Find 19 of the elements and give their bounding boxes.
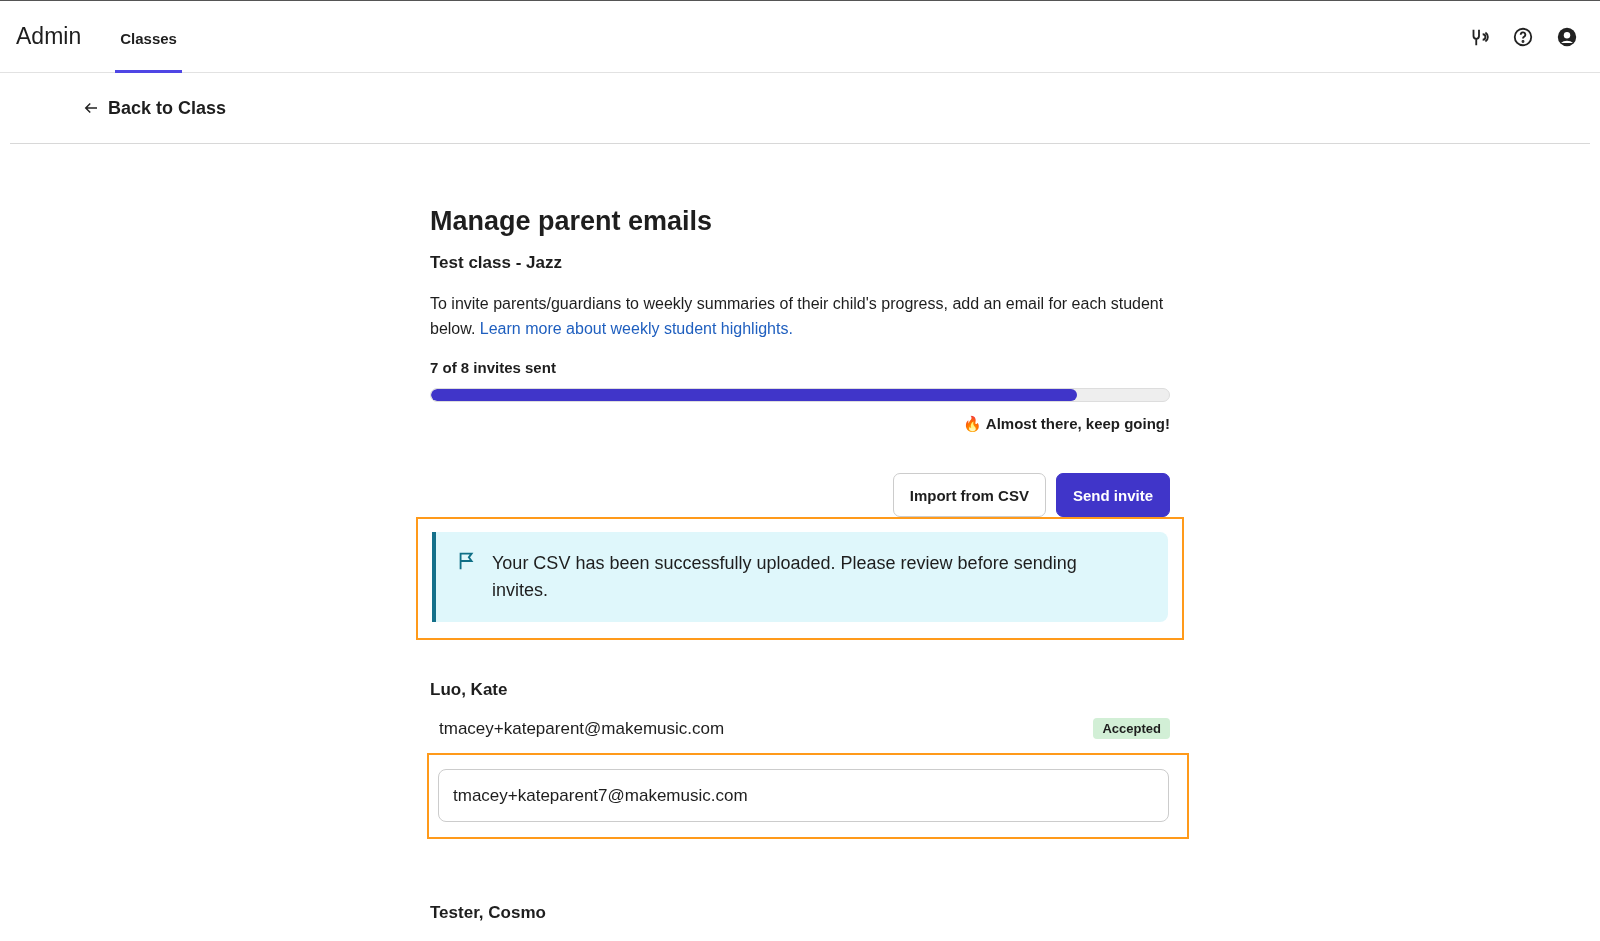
page-title: Manage parent emails (430, 206, 714, 237)
progress-label: 7 of 8 invites sent (430, 359, 557, 376)
intro-text: To invite parents/guardians to weekly summaries of their child's progress, add an email for each student below. Learn more about weekly student highlights. (430, 294, 1165, 339)
back-link[interactable]: Back to Class (82, 97, 227, 119)
app-title: Admin (16, 23, 82, 50)
alert-text: Your CSV has been successfully uploaded. Please review before sending invites. (492, 552, 1078, 602)
help-icon[interactable] (1512, 25, 1534, 48)
send-invite-button[interactable]: Send invite (1055, 473, 1170, 517)
status-badge: Accepted (1093, 718, 1170, 739)
student-name: Luo, Kate (430, 680, 509, 700)
learn-more-link[interactable]: Learn more about weekly student highlights. (479, 320, 793, 337)
email-address: tmacey+kateparent@makemusic.com (439, 718, 725, 739)
student-name: Tester, Cosmo (430, 903, 547, 923)
email-input[interactable]: tmacey+kateparent7@makemusic.com (438, 769, 1169, 822)
class-name: Test class - Jazz (430, 253, 563, 273)
progress-message: 🔥 Almost there, keep going! (962, 415, 1170, 433)
import-button[interactable]: Import from CSV (892, 473, 1046, 517)
user-avatar-icon[interactable] (1556, 25, 1578, 48)
nav-tab[interactable]: Classes (115, 1, 182, 73)
